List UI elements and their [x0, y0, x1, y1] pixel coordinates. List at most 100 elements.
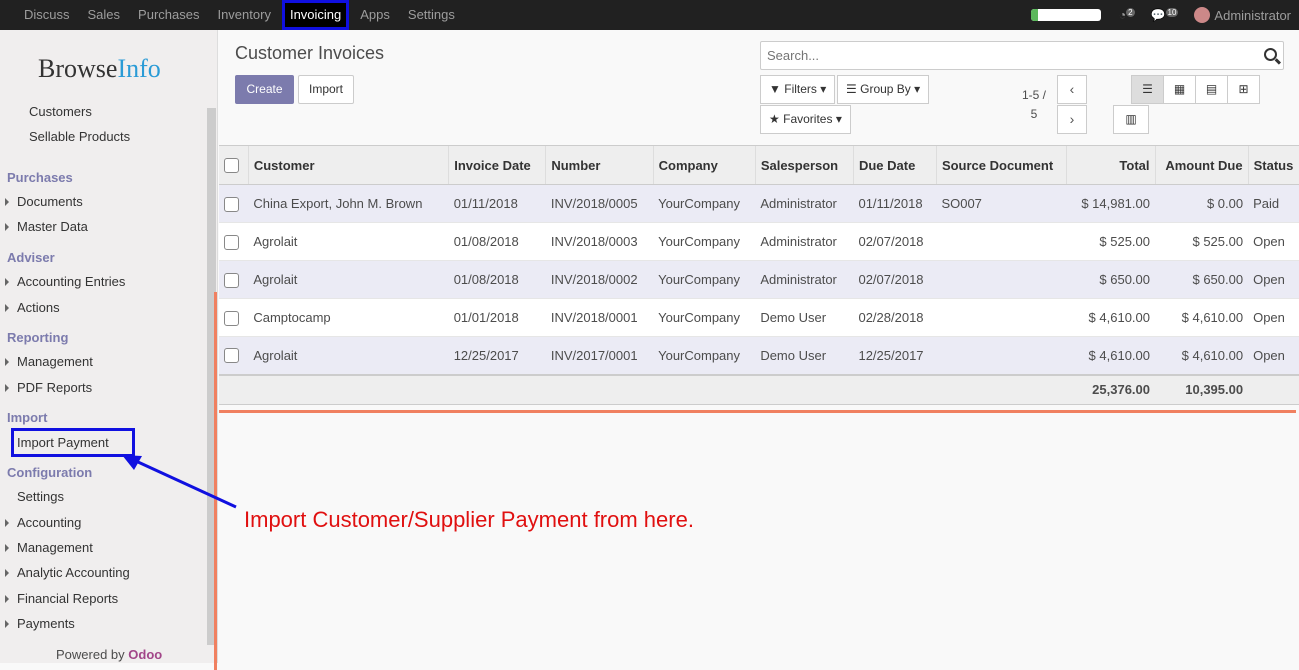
activity-badge: 10: [1165, 8, 1179, 17]
table-row[interactable]: Agrolait 12/25/2017 INV/2017/0001 YourCompa…: [219, 336, 1299, 375]
search-input[interactable]: [761, 42, 1241, 69]
table-body: China Export, John M. Brown 01/11/2018 INV…: [219, 184, 1299, 405]
cell-invoice-date: 12/25/2017: [448, 336, 546, 375]
filter-icon: ▼: [769, 82, 781, 96]
topmenu-discuss[interactable]: Discuss: [0, 0, 79, 30]
table-row[interactable]: Agrolait 01/08/2018 INV/2018/0003 YourCompa…: [219, 222, 1299, 261]
column-header-salesperson[interactable]: Salesperson: [754, 145, 854, 185]
caret-right-icon: [5, 198, 9, 206]
pager-total: 5: [1030, 107, 1038, 121]
column-header-total[interactable]: Total: [1066, 145, 1155, 185]
cell-number: INV/2018/0002: [545, 260, 654, 299]
topmenu-invoicing[interactable]: Invoicing: [281, 0, 350, 30]
powered-brand[interactable]: Odoo: [128, 647, 162, 662]
table-row[interactable]: Camptocamp 01/01/2018 INV/2018/0001 YourCom…: [219, 298, 1299, 337]
cell-status: Paid: [1248, 184, 1299, 223]
search-icon[interactable]: [1264, 48, 1277, 61]
cell-number: INV/2018/0005: [545, 184, 654, 223]
column-header-due-date[interactable]: Due Date: [852, 145, 937, 185]
caret-right-icon: [5, 519, 9, 527]
column-header-source-document[interactable]: Source Document: [935, 145, 1067, 185]
bar-chart-icon: ▥: [1125, 112, 1137, 126]
row-checkbox[interactable]: [224, 310, 239, 326]
table-footer: 25,376.00 10,395.00: [219, 373, 1299, 405]
caret-right-icon: [5, 278, 9, 286]
topmenu-inventory[interactable]: Inventory: [208, 0, 279, 30]
sidebar-item-management[interactable]: Management: [5, 540, 93, 555]
topmenu-purchases[interactable]: Purchases: [129, 0, 208, 30]
column-header-customer[interactable]: Customer: [247, 145, 449, 185]
topmenu-settings[interactable]: Settings: [399, 0, 464, 30]
list-icon: ☰: [846, 82, 857, 96]
column-header-number[interactable]: Number: [545, 145, 654, 185]
avatar[interactable]: [1194, 7, 1211, 23]
company-logo: BrowseInfo: [38, 54, 161, 84]
sidebar-item-analytic-accounting[interactable]: Analytic Accounting: [5, 565, 130, 580]
pivot-view-button[interactable]: ⊞: [1227, 75, 1260, 104]
sidebar-section-configuration: Configuration: [7, 465, 92, 480]
invoice-table: Customer Invoice Date Number Company Salespe…: [219, 145, 1299, 405]
cell-amount-due: $ 650.00: [1155, 260, 1249, 299]
caret-right-icon: [5, 304, 9, 312]
topmenu-apps[interactable]: Apps: [351, 0, 399, 30]
column-header-amount-due[interactable]: Amount Due: [1154, 145, 1249, 185]
sidebar-item-accounting-entries[interactable]: Accounting Entries: [5, 274, 126, 289]
graph-view-button[interactable]: ▥: [1113, 105, 1149, 134]
row-checkbox[interactable]: [224, 348, 239, 364]
cell-source-document: SO007: [936, 184, 1067, 223]
cell-amount-due: $ 0.00: [1155, 184, 1249, 223]
progress-bar[interactable]: [1030, 9, 1101, 21]
footer-cell: [448, 373, 546, 405]
footer-amount-due: 10,395.00: [1155, 373, 1249, 405]
cell-customer: Camptocamp: [248, 298, 449, 337]
sidebar-item-customers[interactable]: Customers: [29, 104, 92, 119]
groupby-button[interactable]: ☰ Group By ▾: [837, 75, 930, 104]
chat-icon[interactable]: ◔ 2: [1119, 8, 1135, 22]
select-all-checkbox[interactable]: [224, 158, 239, 174]
sidebar-item-master-data[interactable]: Master Data: [5, 219, 88, 234]
sidebar-item-actions[interactable]: Actions: [5, 300, 60, 315]
cell-salesperson: Administrator: [755, 184, 854, 223]
favorites-label: Favorites: [783, 112, 833, 126]
sidebar-item-documents[interactable]: Documents: [5, 194, 83, 209]
row-checkbox[interactable]: [224, 196, 239, 212]
column-header-company[interactable]: Company: [652, 145, 756, 185]
sidebar-item-financial-reports[interactable]: Financial Reports: [5, 591, 118, 606]
sidebar-item-label: Settings: [17, 489, 64, 504]
calendar-view-button[interactable]: ▤: [1195, 75, 1228, 104]
cell-status: Open: [1248, 336, 1299, 375]
caret-icon: ▾: [835, 112, 842, 126]
pager-value[interactable]: 1-5 / 5: [1018, 86, 1050, 124]
sidebar-item-sellable-products[interactable]: Sellable Products: [29, 129, 130, 144]
sidebar-item-pdf-reports[interactable]: PDF Reports: [5, 380, 92, 395]
sidebar-section-import: Import: [7, 410, 47, 425]
sidebar-item-payments[interactable]: Payments: [5, 616, 75, 631]
pager-next-button[interactable]: ›: [1057, 105, 1087, 134]
filters-button[interactable]: ▼ Filters ▾: [760, 75, 836, 104]
pager-previous-button[interactable]: ‹: [1057, 75, 1087, 104]
favorites-button[interactable]: ★ Favorites ▾: [760, 105, 851, 134]
cell-number: INV/2018/0001: [545, 298, 654, 337]
table-row[interactable]: China Export, John M. Brown 01/11/2018 INV…: [219, 184, 1299, 223]
sidebar-item-label: Accounting Entries: [17, 274, 126, 289]
user-menu[interactable]: Administrator: [1214, 8, 1291, 23]
topmenu-sales[interactable]: Sales: [79, 0, 130, 30]
sidebar-item-management[interactable]: Management: [5, 354, 93, 369]
kanban-view-button[interactable]: ▦: [1163, 75, 1196, 104]
sidebar-item-accounting[interactable]: Accounting: [5, 515, 81, 530]
column-header-status[interactable]: Status: [1247, 145, 1299, 185]
footer-cell: [545, 373, 654, 405]
footer-cell: [853, 373, 937, 405]
activity-icon[interactable]: 💬 10: [1151, 8, 1179, 22]
list-view-button[interactable]: ☰: [1131, 75, 1164, 104]
table-row[interactable]: Agrolait 01/08/2018 INV/2018/0002 YourCompa…: [219, 260, 1299, 299]
create-button[interactable]: Create: [235, 75, 294, 104]
cell-due-date: 02/28/2018: [853, 298, 937, 337]
calendar-icon: ▤: [1205, 82, 1218, 96]
row-checkbox[interactable]: [224, 272, 239, 288]
row-checkbox[interactable]: [224, 234, 239, 250]
import-button[interactable]: Import: [298, 75, 354, 104]
column-header-invoice-date[interactable]: Invoice Date: [448, 145, 546, 185]
sidebar-item-settings[interactable]: Settings: [17, 489, 64, 504]
highlight-box: [11, 428, 135, 457]
